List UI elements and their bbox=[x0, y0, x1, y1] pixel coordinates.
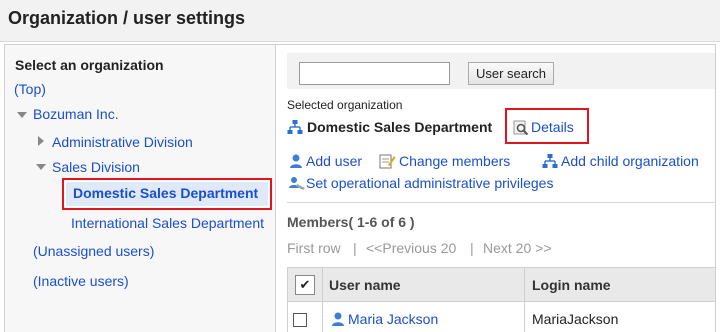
tree-item-domestic-sales-selected[interactable]: Domestic Sales Department bbox=[62, 178, 272, 210]
selected-organization-name: Domestic Sales Department bbox=[307, 119, 493, 135]
expand-arrow-icon[interactable] bbox=[38, 136, 44, 146]
selected-organization-label: Selected organization bbox=[287, 98, 403, 112]
login-name-cell: MariaJackson bbox=[532, 311, 619, 327]
select-all-checkbox[interactable]: ✔ bbox=[295, 275, 315, 295]
add-child-organization-link[interactable]: Add child organization bbox=[561, 153, 699, 169]
tree-item-sales-division[interactable]: Sales Division bbox=[52, 159, 140, 175]
change-members-link[interactable]: Change members bbox=[399, 153, 510, 169]
privileges-icon[interactable] bbox=[288, 175, 306, 191]
add-user-icon[interactable] bbox=[288, 153, 304, 169]
page-header: Organization / user settings bbox=[0, 0, 720, 42]
page-title: Organization / user settings bbox=[8, 8, 246, 28]
details-magnifier-icon[interactable] bbox=[513, 120, 529, 136]
pager-separator: | bbox=[470, 240, 474, 256]
organization-detail-pane: User search Selected organization Domest… bbox=[277, 45, 716, 332]
tree-item-admin-division[interactable]: Administrative Division bbox=[52, 134, 193, 150]
details-link[interactable]: Details bbox=[531, 119, 574, 135]
tree-item-domestic-sales-label: Domestic Sales Department bbox=[73, 185, 259, 201]
pager-next: Next 20 >> bbox=[483, 240, 552, 256]
members-table: ✔ User name Login name Maria Jackson Mar… bbox=[287, 267, 716, 332]
column-separator bbox=[322, 268, 323, 332]
add-child-organization-icon[interactable] bbox=[542, 153, 558, 169]
row-checkbox[interactable] bbox=[293, 313, 307, 327]
change-members-icon[interactable] bbox=[379, 153, 396, 169]
tree-item-bozuman[interactable]: Bozuman Inc. bbox=[33, 106, 119, 122]
collapse-arrow-icon[interactable] bbox=[17, 112, 27, 118]
collapse-arrow-icon[interactable] bbox=[36, 164, 46, 170]
members-heading: Members( 1-6 of 6 ) bbox=[287, 214, 415, 230]
search-bar: User search bbox=[287, 53, 715, 89]
pager-previous: <<Previous 20 bbox=[366, 240, 457, 256]
organization-icon bbox=[287, 120, 303, 134]
pager-separator: | bbox=[353, 240, 357, 256]
set-privileges-link[interactable]: Set operational administrative privilege… bbox=[306, 175, 553, 191]
tree-item-unassigned-users[interactable]: (Unassigned users) bbox=[33, 243, 154, 259]
user-icon bbox=[332, 312, 344, 326]
members-table-header: ✔ User name Login name bbox=[288, 268, 715, 302]
user-search-button[interactable]: User search bbox=[468, 62, 554, 85]
pager-first-row: First row bbox=[287, 240, 341, 256]
column-header-user-name[interactable]: User name bbox=[329, 277, 401, 293]
tree-item-inactive-users[interactable]: (Inactive users) bbox=[33, 273, 129, 289]
organization-tree-pane: Select an organization (Top) Bozuman Inc… bbox=[5, 45, 276, 332]
tree-item-international-sales[interactable]: International Sales Department bbox=[71, 215, 264, 231]
tree-heading: Select an organization bbox=[15, 57, 164, 73]
user-name-link[interactable]: Maria Jackson bbox=[348, 311, 438, 327]
add-user-link[interactable]: Add user bbox=[306, 153, 362, 169]
tree-item-top[interactable]: (Top) bbox=[14, 81, 46, 97]
section-divider bbox=[287, 202, 716, 203]
column-separator bbox=[524, 268, 525, 332]
user-search-input[interactable] bbox=[299, 62, 450, 85]
column-header-login-name[interactable]: Login name bbox=[532, 277, 611, 293]
